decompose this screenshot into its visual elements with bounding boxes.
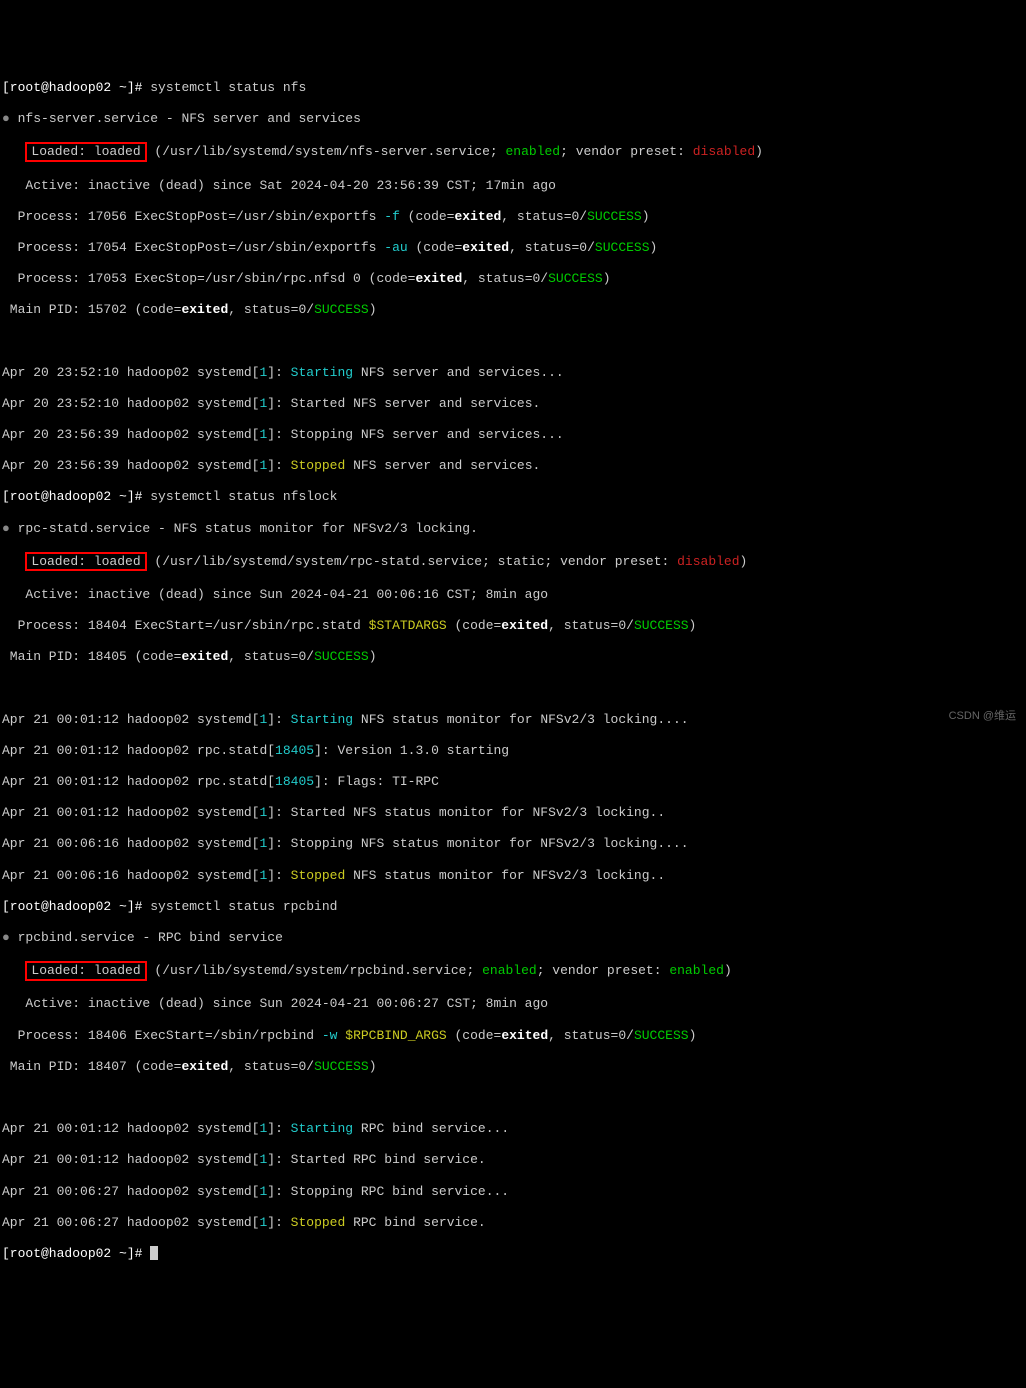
command-text: systemctl status nfs: [150, 80, 306, 95]
active-line: Active: inactive (dead) since Sun 2024-0…: [2, 587, 1024, 603]
shell-prompt: [root@hadoop02 ~]#: [2, 899, 150, 914]
enabled-status: enabled: [505, 144, 560, 159]
watermark: CSDN @维运: [949, 710, 1016, 723]
loaded-highlight: Loaded: loaded: [25, 961, 146, 981]
command-text: systemctl status nfslock: [150, 489, 337, 504]
active-line: Active: inactive (dead) since Sat 2024-0…: [2, 178, 1024, 194]
loaded-highlight: Loaded: loaded: [25, 552, 146, 572]
unit-name: nfs-server.service: [18, 111, 158, 126]
bullet-icon: ●: [2, 521, 18, 536]
shell-prompt[interactable]: [root@hadoop02 ~]#: [2, 1246, 150, 1261]
shell-prompt: [root@hadoop02 ~]#: [2, 80, 150, 95]
bullet-icon: ●: [2, 930, 18, 945]
loaded-highlight: Loaded: loaded: [25, 142, 146, 162]
shell-prompt: [root@hadoop02 ~]#: [2, 489, 150, 504]
cursor-icon[interactable]: [150, 1246, 158, 1260]
unit-name: rpc-statd.service: [18, 521, 151, 536]
active-line: Active: inactive (dead) since Sun 2024-0…: [2, 996, 1024, 1012]
command-text: systemctl status rpcbind: [150, 899, 337, 914]
bullet-icon: ●: [2, 111, 18, 126]
disabled-status: disabled: [693, 144, 755, 159]
terminal-output: [root@hadoop02 ~]# systemctl status nfs …: [2, 64, 1024, 1277]
unit-name: rpcbind.service: [18, 930, 135, 945]
